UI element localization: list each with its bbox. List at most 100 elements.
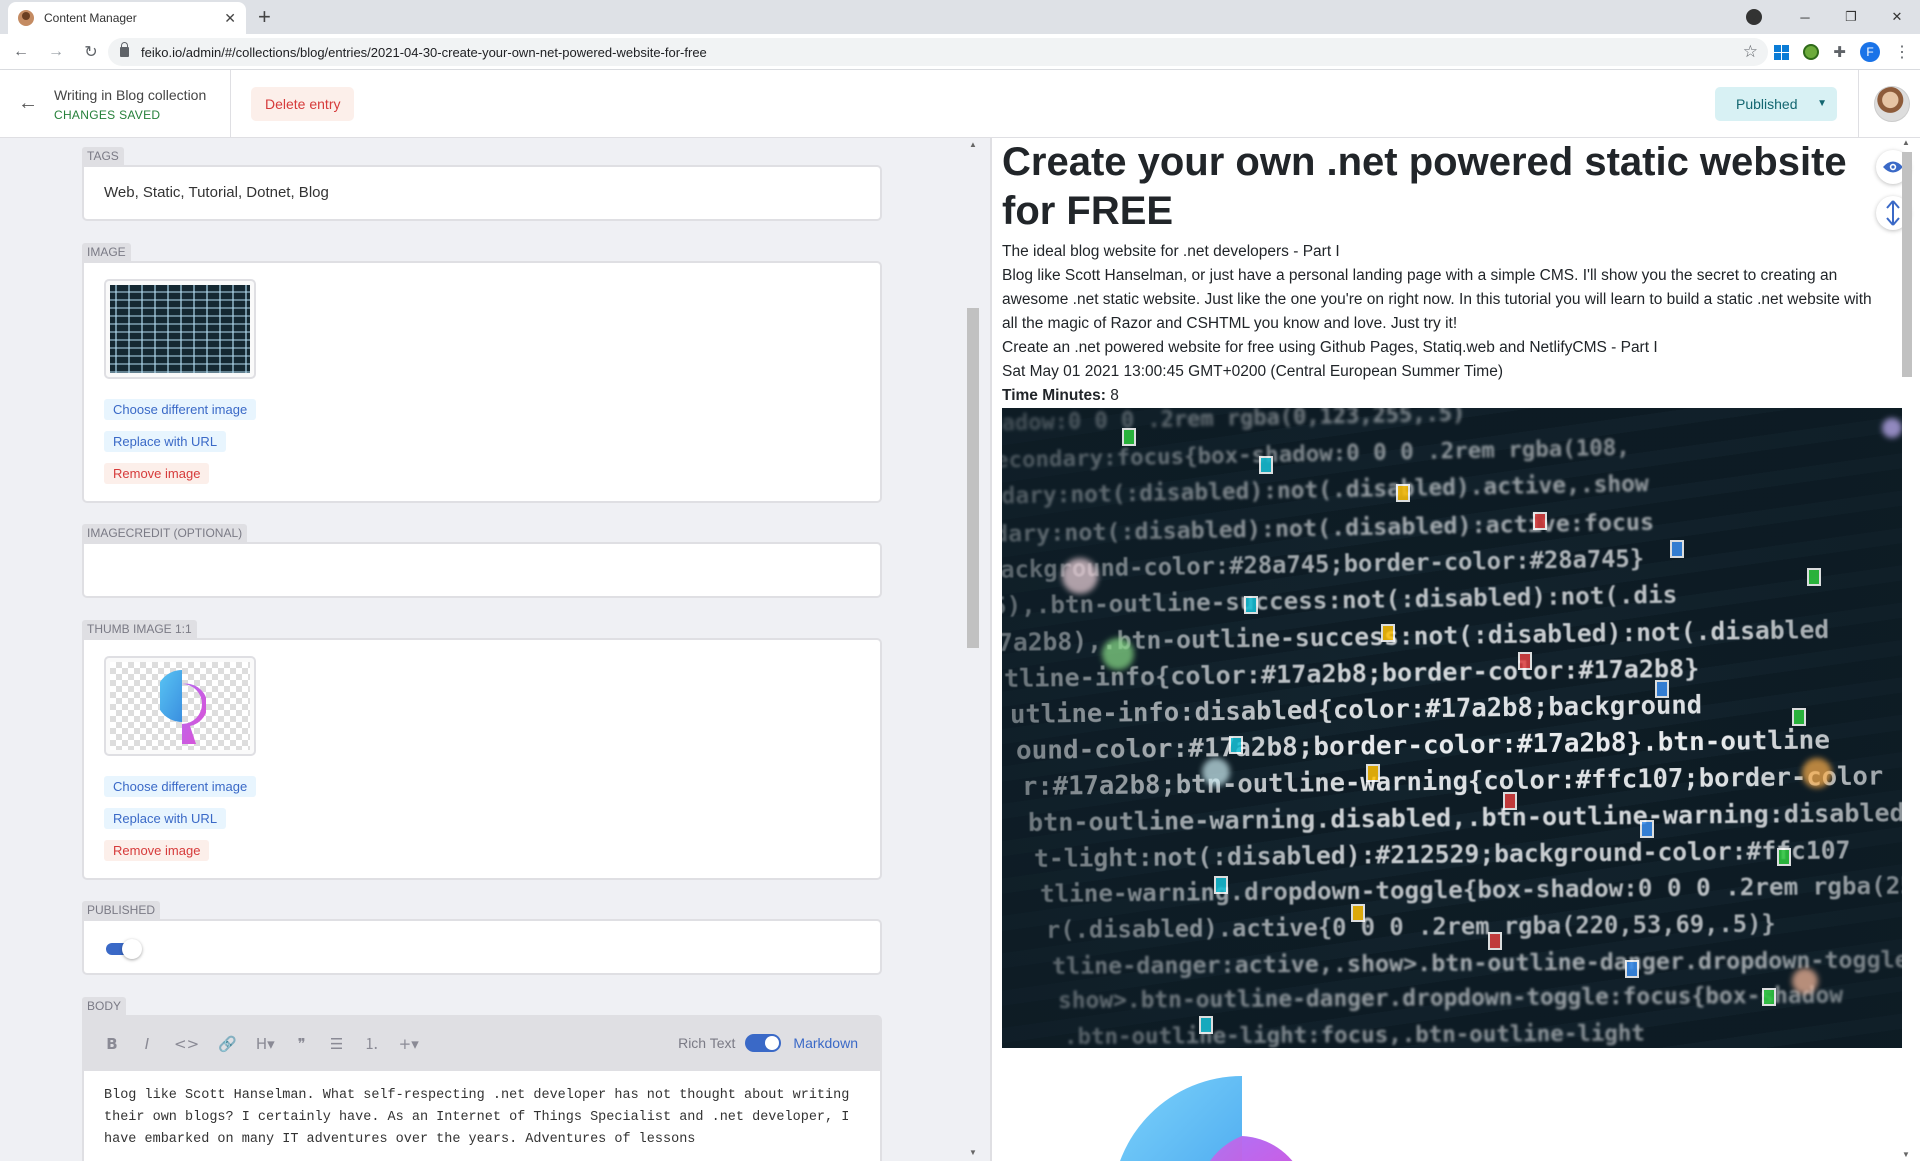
puzzle-extensions-icon[interactable]: ✚ bbox=[1833, 43, 1846, 61]
windows-extension-icon[interactable] bbox=[1774, 44, 1790, 60]
preview-scrollbar[interactable]: ▲ ▼ bbox=[1900, 138, 1914, 1161]
published-label: PUBLISHED bbox=[82, 901, 161, 919]
url-field[interactable]: feiko.io/admin/#/collections/blog/entrie… bbox=[108, 38, 1768, 66]
hero-bokeh-light bbox=[1062, 558, 1098, 594]
quote-icon[interactable]: ❞ bbox=[294, 1035, 310, 1053]
code-icon[interactable]: <> bbox=[174, 1035, 199, 1053]
choose-thumb-button[interactable]: Choose different image bbox=[104, 776, 257, 797]
hero-bokeh-light bbox=[1102, 638, 1134, 670]
user-avatar[interactable] bbox=[1874, 86, 1910, 122]
body-label: BODY bbox=[82, 997, 127, 1015]
remove-thumb-button[interactable]: Remove image bbox=[104, 840, 210, 861]
reload-icon[interactable]: ↻ bbox=[77, 42, 105, 62]
hero-color-swatch bbox=[1777, 848, 1791, 866]
url-text: feiko.io/admin/#/collections/blog/entrie… bbox=[141, 44, 707, 60]
hero-color-swatch bbox=[1351, 904, 1365, 922]
close-tab-icon[interactable]: ✕ bbox=[224, 10, 236, 27]
tags-label: TAGS bbox=[82, 147, 124, 165]
extensions-area: ✚ F ⋮ bbox=[1774, 42, 1910, 62]
add-component-icon[interactable]: +▾ bbox=[399, 1035, 419, 1053]
address-bar: ← → ↻ feiko.io/admin/#/collections/blog/… bbox=[0, 34, 1920, 70]
thumb-image-thumbnail bbox=[104, 656, 256, 756]
scroll-up-icon[interactable]: ▲ bbox=[969, 140, 977, 149]
preview-pane: Create your own .net powered static webs… bbox=[992, 138, 1920, 1161]
markdown-toolbar: B I <> 🔗 H▾ ❞ ☰ ⒈ +▾ Rich Text Markdown bbox=[82, 1015, 882, 1071]
preview-scroll-thumb[interactable] bbox=[1902, 152, 1912, 377]
publish-status-dropdown[interactable]: Published ▼ bbox=[1715, 87, 1837, 121]
tags-input[interactable]: Web, Static, Tutorial, Dotnet, Blog bbox=[82, 165, 882, 221]
preview-subtitle: The ideal blog website for .net develope… bbox=[1002, 243, 1340, 260]
back-arrow-icon[interactable]: ← bbox=[7, 43, 35, 61]
replace-thumb-url-button[interactable]: Replace with URL bbox=[104, 808, 227, 829]
heading-icon[interactable]: H▾ bbox=[256, 1035, 275, 1053]
preview-series: Create an .net powered website for free … bbox=[1002, 339, 1658, 356]
editor-scrollbar[interactable]: ▲ ▼ bbox=[965, 138, 982, 1161]
hero-color-swatch bbox=[1518, 652, 1532, 670]
image-widget: Choose different image Replace with URL … bbox=[82, 261, 882, 503]
window-controls: ▾ ─ ❐ ✕ bbox=[1746, 0, 1920, 34]
hero-bokeh-light bbox=[1882, 418, 1902, 438]
editor-scroll-thumb[interactable] bbox=[967, 308, 979, 648]
replace-url-button[interactable]: Replace with URL bbox=[104, 431, 227, 452]
hero-color-swatch bbox=[1214, 876, 1228, 894]
forward-arrow-icon[interactable]: → bbox=[42, 43, 70, 61]
browser-menu-icon[interactable]: ⋮ bbox=[1894, 42, 1910, 62]
remove-image-button[interactable]: Remove image bbox=[104, 463, 210, 484]
hero-color-swatch bbox=[1533, 512, 1547, 530]
browser-tab-bar: Content Manager ✕ + ▾ ─ ❐ ✕ bbox=[0, 0, 1920, 34]
hero-color-swatch bbox=[1762, 988, 1776, 1006]
bookmark-star-icon[interactable]: ☆ bbox=[1743, 42, 1758, 62]
close-window-button[interactable]: ✕ bbox=[1874, 9, 1920, 25]
hero-bokeh-light bbox=[1202, 758, 1230, 786]
hero-color-swatch bbox=[1655, 680, 1669, 698]
format-tools: B I <> 🔗 H▾ ❞ ☰ ⒈ +▾ bbox=[104, 1033, 419, 1054]
numbered-list-icon[interactable]: ⒈ bbox=[364, 1033, 380, 1054]
tab-search-icon[interactable]: ▾ bbox=[1746, 9, 1762, 25]
image-label: IMAGE bbox=[82, 243, 131, 261]
preview-scroll-up-icon[interactable]: ▲ bbox=[1902, 138, 1910, 147]
saved-status: CHANGES SAVED bbox=[54, 108, 161, 122]
body-textarea[interactable]: Blog like Scott Hanselman. What self-res… bbox=[82, 1071, 882, 1161]
cms-header: ← Writing in Blog collection CHANGES SAV… bbox=[0, 70, 1920, 138]
preview-scroll-down-icon[interactable]: ▼ bbox=[1902, 1150, 1910, 1159]
image-thumbnail bbox=[104, 279, 256, 379]
imagecredit-input[interactable] bbox=[82, 542, 882, 598]
preview-logo-image bbox=[1120, 1076, 1293, 1161]
hero-color-swatch bbox=[1244, 596, 1258, 614]
collection-title: Writing in Blog collection bbox=[54, 87, 207, 103]
thumb-image-field: THUMB IMAGE 1:1 Choose different image R… bbox=[82, 620, 882, 880]
published-toggle[interactable] bbox=[106, 939, 142, 959]
bold-icon[interactable]: B bbox=[104, 1035, 120, 1053]
profile-avatar-icon[interactable]: F bbox=[1860, 42, 1880, 62]
preview-date: Sat May 01 2021 13:00:45 GMT+0200 (Centr… bbox=[1002, 363, 1503, 380]
link-icon[interactable]: 🔗 bbox=[218, 1035, 237, 1053]
delete-entry-button[interactable]: Delete entry bbox=[251, 87, 355, 121]
italic-icon[interactable]: I bbox=[139, 1035, 155, 1053]
body-field: BODY B I <> 🔗 H▾ ❞ ☰ ⒈ +▾ Rich Text Mark… bbox=[82, 997, 882, 1161]
favicon-icon bbox=[18, 10, 34, 26]
back-to-collection-icon[interactable]: ← bbox=[18, 92, 38, 115]
preview-description: Blog like Scott Hanselman, or just have … bbox=[1002, 267, 1872, 332]
preview-title: Create your own .net powered static webs… bbox=[1002, 140, 1847, 233]
hero-color-swatch bbox=[1488, 932, 1502, 950]
markdown-label: Markdown bbox=[793, 1035, 858, 1051]
hero-color-swatch bbox=[1396, 484, 1410, 502]
markdown-toggle[interactable] bbox=[745, 1034, 783, 1052]
minimize-button[interactable]: ─ bbox=[1782, 10, 1828, 25]
imagecredit-label: IMAGECREDIT (OPTIONAL) bbox=[82, 524, 248, 542]
choose-image-button[interactable]: Choose different image bbox=[104, 399, 257, 420]
image-field: IMAGE Choose different image Replace wit… bbox=[82, 243, 882, 503]
scroll-down-icon[interactable]: ▼ bbox=[969, 1148, 977, 1157]
tags-field: TAGS Web, Static, Tutorial, Dotnet, Blog bbox=[82, 147, 882, 221]
green-extension-icon[interactable] bbox=[1803, 44, 1820, 60]
browser-tab[interactable]: Content Manager ✕ bbox=[8, 2, 246, 34]
new-tab-button[interactable]: + bbox=[258, 5, 271, 29]
bulleted-list-icon[interactable]: ☰ bbox=[329, 1035, 345, 1053]
hero-color-swatch bbox=[1640, 820, 1654, 838]
thumb-image-widget: Choose different image Replace with URL … bbox=[82, 638, 882, 880]
published-toggle-box bbox=[82, 919, 882, 975]
tab-title: Content Manager bbox=[44, 11, 137, 25]
hero-bokeh-light bbox=[1792, 968, 1818, 994]
maximize-button[interactable]: ❐ bbox=[1828, 9, 1874, 25]
hero-color-swatch bbox=[1122, 428, 1136, 446]
